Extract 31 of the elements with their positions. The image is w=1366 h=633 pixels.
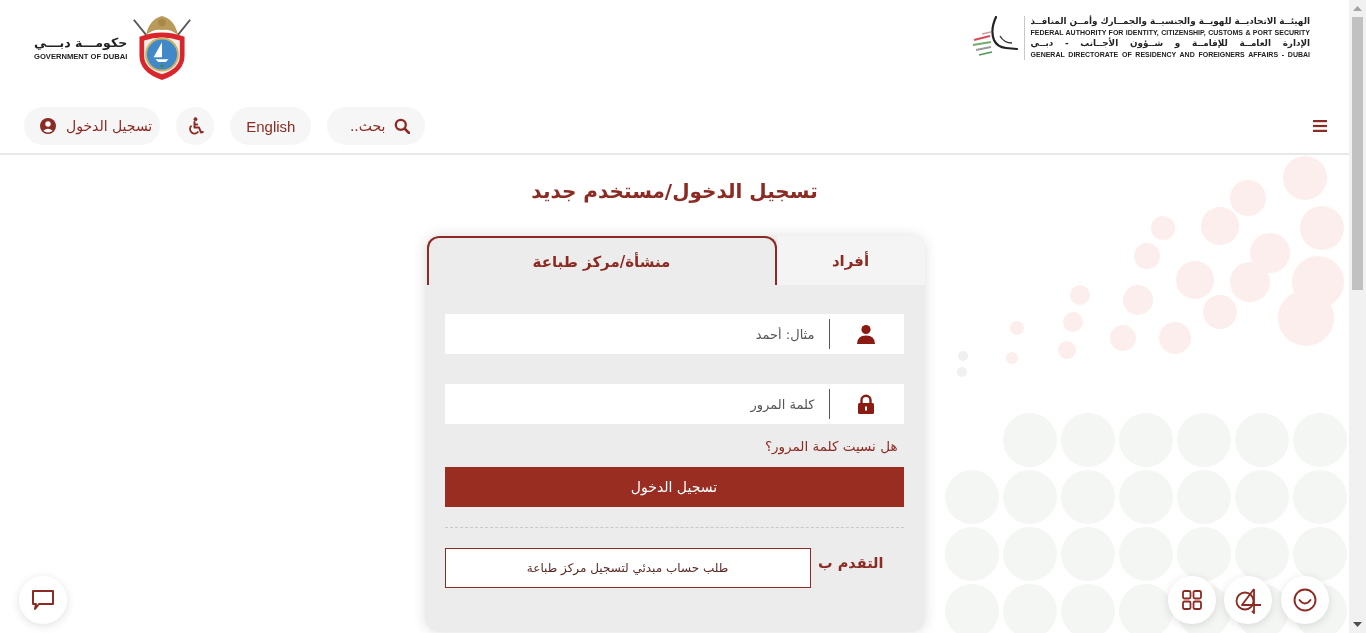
chat-bubble-icon bbox=[31, 589, 55, 611]
login-submit-button[interactable]: تسجيل الدخول bbox=[444, 467, 904, 507]
search-field[interactable]: بحث.. bbox=[327, 107, 426, 145]
page-title: تسجيل الدخول/مستخدم جديد bbox=[531, 178, 818, 205]
search-icon bbox=[394, 118, 411, 134]
tab[interactable]: أفراد bbox=[776, 236, 925, 285]
floating-action-button[interactable] bbox=[1224, 576, 1272, 624]
user-icon bbox=[855, 324, 876, 344]
lock-icon bbox=[855, 394, 876, 414]
tab[interactable]: منشأة/مركز طباعة bbox=[426, 236, 777, 285]
forgot-password-link[interactable]: هل نسيت كلمة المرور؟ bbox=[764, 438, 898, 454]
smiley-icon bbox=[1293, 588, 1317, 612]
logo-text: الإدارة العامــة للإقامــة و شــؤون الأجــانب - دبــي bbox=[1030, 38, 1310, 49]
apply-label: التقدم ب bbox=[818, 554, 884, 572]
scrollbar-thumb[interactable] bbox=[1352, 17, 1363, 290]
user-circle-icon bbox=[40, 118, 56, 134]
scrollbar[interactable] bbox=[1349, 0, 1366, 633]
shield-emblem-icon bbox=[131, 14, 194, 80]
wheelchair-icon bbox=[186, 117, 205, 135]
password-field[interactable]: كلمة المرور bbox=[444, 384, 904, 424]
menu-icon[interactable] bbox=[1313, 120, 1327, 132]
logo-text: حكومـــة دبـــي bbox=[34, 33, 128, 51]
request-account-button[interactable]: طلب حساب مبدئي لتسجيل مركز طباعة bbox=[444, 548, 811, 588]
accessibility-button[interactable] bbox=[176, 107, 215, 145]
apps-button[interactable] bbox=[1168, 576, 1216, 624]
grid-icon bbox=[1182, 590, 1202, 610]
chat-button[interactable] bbox=[19, 576, 67, 624]
login-button[interactable]: تسجيل الدخول bbox=[24, 107, 161, 145]
circle-four-icon bbox=[1234, 586, 1262, 614]
language-button[interactable]: English bbox=[230, 107, 312, 145]
logo-text: الهيئــة الاتحاديــة للهويــة والجنسيــة والجمــارك وأمــن المنافــذ bbox=[1030, 16, 1310, 27]
